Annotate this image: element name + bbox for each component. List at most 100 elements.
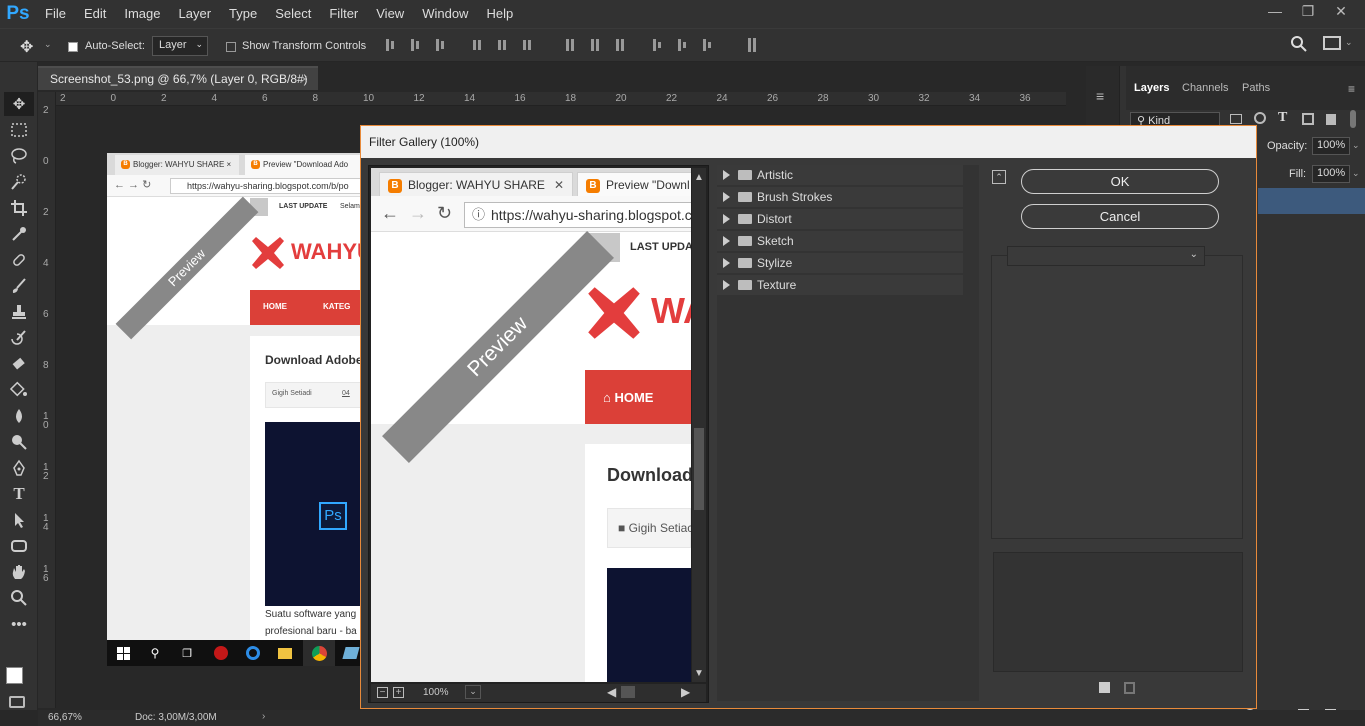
history-brush-tool-icon[interactable] [4, 326, 34, 350]
distribute-top-icon[interactable] [562, 37, 578, 53]
hscroll-thumb[interactable] [621, 686, 635, 698]
restore-icon[interactable]: ❐ [1290, 0, 1326, 22]
eraser-tool-icon[interactable] [4, 352, 34, 376]
blur-tool-icon[interactable] [4, 404, 34, 428]
shape-filter-icon[interactable] [1302, 113, 1314, 125]
auto-select-checkbox[interactable] [68, 39, 78, 53]
marquee-tool-icon[interactable] [4, 118, 34, 142]
ok-button[interactable]: OK [1021, 169, 1219, 194]
brush-tool-icon[interactable] [4, 274, 34, 298]
align-left-icon[interactable] [469, 37, 485, 53]
eyedropper-tool-icon[interactable] [4, 222, 34, 246]
tab-layers[interactable]: Layers [1134, 82, 1169, 94]
menu-type[interactable]: Type [220, 0, 266, 28]
clone-stamp-tool-icon[interactable] [4, 300, 34, 324]
delete-effect-layer-icon[interactable] [1124, 682, 1135, 694]
quick-mask-icon[interactable] [9, 696, 25, 708]
fill-input[interactable]: 100% [1312, 165, 1350, 183]
zoom-value[interactable]: 100% [423, 687, 449, 698]
align-vcenter-icon[interactable] [407, 37, 423, 53]
type-filter-icon[interactable]: T [1278, 110, 1287, 126]
auto-align-icon[interactable] [744, 37, 760, 53]
align-right-icon[interactable] [519, 37, 535, 53]
tab-paths[interactable]: Paths [1242, 82, 1270, 94]
healing-brush-tool-icon[interactable] [4, 248, 34, 272]
menu-view[interactable]: View [367, 0, 413, 28]
preview-pane[interactable]: B Blogger: WAHYU SHARE ✕ B Preview "Downl ←… [368, 165, 709, 703]
pen-tool-icon[interactable] [4, 456, 34, 480]
crop-tool-icon[interactable] [4, 196, 34, 220]
menu-window[interactable]: Window [413, 0, 477, 28]
distribute-bottom-icon[interactable] [612, 37, 628, 53]
zoom-level[interactable]: 66,67% [48, 712, 82, 723]
menu-filter[interactable]: Filter [320, 0, 367, 28]
dodge-tool-icon[interactable] [4, 430, 34, 454]
move-tool-icon[interactable]: ✥ [20, 37, 33, 57]
selected-layer-row[interactable] [1258, 188, 1365, 214]
minimize-icon[interactable]: — [1257, 0, 1293, 22]
path-selection-tool-icon[interactable] [4, 508, 34, 532]
tab-channels[interactable]: Channels [1182, 82, 1228, 94]
scroll-right-icon[interactable]: ▶ [681, 685, 690, 699]
opacity-input[interactable]: 100% [1312, 137, 1350, 155]
image-filter-icon[interactable] [1230, 114, 1242, 124]
category-stylize[interactable]: Stylize [717, 253, 963, 274]
category-sketch[interactable]: Sketch [717, 231, 963, 252]
scroll-up-icon[interactable]: ▲ [694, 172, 704, 183]
chevron-down-icon[interactable]: ⌄ [1345, 37, 1353, 48]
distribute-vcenter-icon[interactable] [587, 37, 603, 53]
distribute-right-icon[interactable] [699, 37, 715, 53]
close-window-icon[interactable]: ✕ [1323, 0, 1359, 22]
document-tab[interactable]: Screenshot_53.png @ 66,7% (Layer 0, RGB/… [38, 66, 318, 90]
hand-tool-icon[interactable] [4, 560, 34, 584]
chevron-down-icon[interactable]: ⌄ [1352, 140, 1360, 151]
cancel-button[interactable]: Cancel [1021, 204, 1219, 229]
foreground-color-swatch[interactable] [6, 667, 23, 684]
filter-dropdown[interactable]: ⌄ [1007, 246, 1205, 266]
smart-object-filter-icon[interactable] [1326, 114, 1336, 125]
quick-selection-tool-icon[interactable] [4, 170, 34, 194]
move-tool-icon[interactable]: ✥ [4, 92, 34, 116]
align-top-icon[interactable] [382, 37, 398, 53]
chevron-down-icon[interactable]: ⌄ [44, 39, 52, 50]
menu-edit[interactable]: Edit [75, 0, 115, 28]
lasso-tool-icon[interactable] [4, 144, 34, 168]
transform-controls-checkbox[interactable] [226, 39, 236, 53]
distribute-hcenter-icon[interactable] [674, 37, 690, 53]
scroll-left-icon[interactable]: ◀ [607, 685, 616, 699]
paint-bucket-tool-icon[interactable] [4, 378, 34, 402]
zoom-in-icon[interactable]: + [393, 687, 404, 698]
chevron-right-icon[interactable]: › [262, 711, 265, 722]
history-icon[interactable]: ≡ [1096, 88, 1104, 104]
search-icon[interactable] [1290, 35, 1308, 56]
more-tools-icon[interactable]: ••• [4, 612, 34, 636]
workspace-icon[interactable] [1323, 36, 1341, 50]
category-artistic[interactable]: Artistic [717, 165, 963, 186]
menu-file[interactable]: File [36, 0, 75, 28]
new-effect-layer-icon[interactable] [1099, 682, 1110, 693]
canvas-document[interactable]: B Blogger: WAHYU SHARE × B Preview "Downlo… [107, 153, 367, 666]
category-texture[interactable]: Texture [717, 275, 963, 296]
scroll-down-icon[interactable]: ▼ [694, 668, 704, 679]
align-bottom-icon[interactable] [432, 37, 448, 53]
chevron-down-icon[interactable]: ⌄ [465, 685, 481, 699]
rectangle-tool-icon[interactable] [4, 534, 34, 558]
category-distort[interactable]: Distort [717, 209, 963, 230]
zoom-tool-icon[interactable] [4, 586, 34, 610]
adjustment-filter-icon[interactable] [1254, 112, 1266, 124]
scroll-thumb[interactable] [694, 428, 704, 510]
menu-select[interactable]: Select [266, 0, 320, 28]
preview-vscrollbar[interactable]: ▲ ▼ [692, 168, 706, 682]
filter-toggle-icon[interactable] [1350, 110, 1356, 128]
chevron-down-icon[interactable]: ⌄ [1352, 168, 1360, 179]
collapse-icon[interactable]: ⌃ [992, 170, 1006, 184]
zoom-out-icon[interactable]: − [377, 687, 388, 698]
panel-menu-icon[interactable]: ≡ [1348, 82, 1355, 96]
menu-image[interactable]: Image [115, 0, 169, 28]
menu-help[interactable]: Help [477, 0, 522, 28]
menu-layer[interactable]: Layer [170, 0, 221, 28]
auto-select-dropdown[interactable]: Layer ⌄ [152, 36, 208, 56]
distribute-left-icon[interactable] [649, 37, 665, 53]
align-hcenter-icon[interactable] [494, 37, 510, 53]
type-tool-icon[interactable]: T [4, 482, 34, 506]
